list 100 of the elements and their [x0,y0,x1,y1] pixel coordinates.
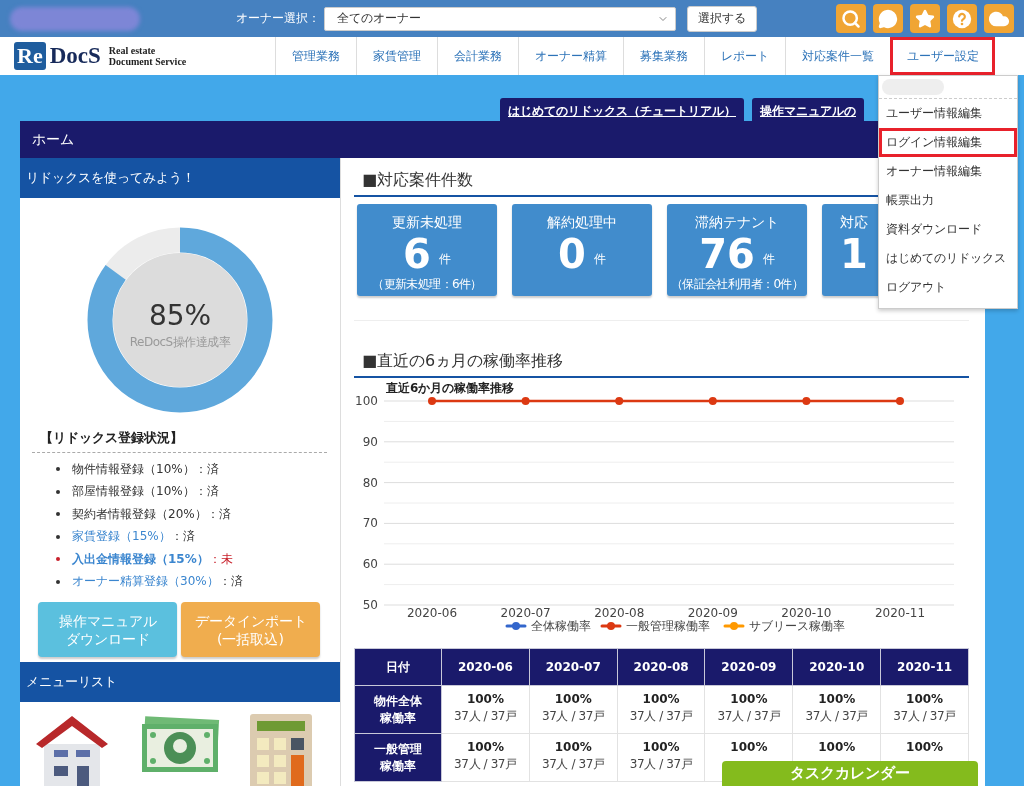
menu-item[interactable]: ログアウト [879,273,1017,302]
rate-text: 100% [817,692,857,706]
x-tick-label: 2020-11 [874,606,926,620]
search-icon [841,8,861,29]
chat-button[interactable] [873,4,903,33]
corner-header: 日付 [354,648,442,686]
status-result: ：済 [194,460,219,478]
status-link[interactable]: オーナー精算登録（30%） [72,573,219,591]
x-tick-label: 2020-10 [781,606,832,620]
speech-bubble-icon [878,8,898,29]
legend-marker-icon [505,622,527,630]
logo-name: DocS [49,43,101,69]
help-button[interactable] [947,4,977,33]
menu-item[interactable]: ログイン情報編集 [879,128,1017,157]
rate-text: 100% [641,692,681,706]
ratio-text: 37人 / 37戸 [453,756,518,773]
rate-text: 100% [729,692,769,706]
legend-label: 全体稼働率 [531,619,591,633]
rate-text: 100% [553,740,593,754]
column-header: 2020-07 [529,648,618,686]
y-tick-label: 60 [362,557,378,572]
menu-item[interactable]: 資料ダウンロード [879,215,1017,244]
y-tick-label: 100 [355,394,378,408]
rate-text: 100% [905,740,945,754]
data-point [896,397,904,405]
nav-item[interactable]: レポート [704,37,785,75]
ratio-text: 37人 / 37戸 [804,708,870,725]
status-result: ：済 [170,528,195,546]
x-tick-label: 2020-09 [687,606,738,620]
data-point [802,397,811,405]
calculator-icon [250,714,312,786]
nav-item[interactable]: ユーザー設定 [890,37,995,75]
y-tick-label: 80 [362,475,378,490]
star-icon [915,8,935,29]
link-tab[interactable]: 操作マニュアルの [752,98,864,121]
nav-item[interactable]: 家賃管理 [356,37,437,75]
count-card[interactable]: 更新未処理 6 件 （更新未処理：6件） [357,204,497,296]
status-link[interactable]: 家賃登録（15%） [72,528,171,546]
menu-item[interactable]: はじめてのリドックス [879,244,1017,273]
nav-item[interactable]: オーナー精算 [518,37,623,75]
status-result: ：済 [218,573,243,591]
data-point [428,397,436,405]
rate-text: 100% [465,692,505,706]
column-header: 2020-08 [617,648,705,686]
help-icon [952,8,972,29]
status-link[interactable]: 入出金情報登録（15%） [72,550,209,568]
owner-label: オーナー選択： [236,10,320,27]
ratio-text: 37人 / 37戸 [540,708,606,725]
nav-item[interactable]: 管理業務 [275,37,356,75]
data-point [615,397,624,405]
rate-text: 100% [465,740,505,754]
status-result: ：未 [208,550,233,568]
column-header: 2020-09 [705,648,793,686]
x-tick-label: 2020-06 [406,606,458,620]
link-tab[interactable]: はじめてのリドックス（チュートリアル） [500,98,744,121]
section-header: メニューリスト [20,662,340,702]
rate-text: 100% [641,740,681,754]
column-header: 2020-11 [880,648,969,686]
percent-text: 85% [148,299,212,332]
count-card[interactable]: 解約処理中 0 件 [512,204,652,296]
status-label: 契約者情報登録（20%） [72,505,207,523]
logo-tagline: Real estate Document Service [108,45,187,67]
caption-text: ReDocS操作達成率 [129,335,231,349]
ratio-text: 37人 / 37戸 [628,756,694,773]
status-result: ：済 [206,505,231,523]
data-point [708,397,717,405]
x-tick-label: 2020-07 [500,606,551,620]
section-header: リドックスを使ってみよう！ [20,158,340,198]
x-tick-label: 2020-08 [594,606,645,620]
y-tick-label: 90 [362,434,378,449]
count-card[interactable]: 滞納テナント 76 件 （保証会社利用者：0件） [667,204,807,296]
star-button[interactable] [910,4,940,33]
ratio-text: 37人 / 37戸 [628,708,694,725]
ratio-text: 37人 / 37戸 [892,708,957,725]
rate-text: 100% [905,692,945,706]
row-header: 一般管理 稼働率 [354,733,442,782]
search-button[interactable] [836,4,866,33]
status-label: 部屋情報登録（10%） [72,483,195,501]
cloud-button[interactable] [984,4,1014,33]
ratio-text: 37人 / 37戸 [453,708,518,725]
data-point [521,397,530,405]
legend-label: サブリース稼働率 [749,619,845,633]
nav-item[interactable]: 会計業務 [437,37,518,75]
legend-marker-icon [600,622,622,630]
legend-label: 一般管理稼働率 [626,619,710,633]
section-title: ■直近の6ヵ月の稼働率推移 [354,351,969,378]
menu-item[interactable]: ユーザー情報編集 [879,99,1017,128]
status-result: ：済 [194,483,219,501]
banknote-icon [140,714,220,774]
ratio-text: 37人 / 37戸 [716,708,782,725]
logo-mark: Re [14,42,46,70]
rate-text: 100% [729,740,769,754]
chart-title: 直近6か月の稼働率推移 [386,381,515,395]
owner-select[interactable]: 全てのオーナー [324,6,676,31]
rate-text: 100% [817,740,857,754]
rate-text: 100% [553,692,593,706]
nav-item[interactable]: 募集業務 [623,37,704,75]
ratio-text: 37人 / 37戸 [540,756,606,773]
select-button[interactable]: 選択する [687,5,757,32]
legend-marker-icon [723,622,745,630]
